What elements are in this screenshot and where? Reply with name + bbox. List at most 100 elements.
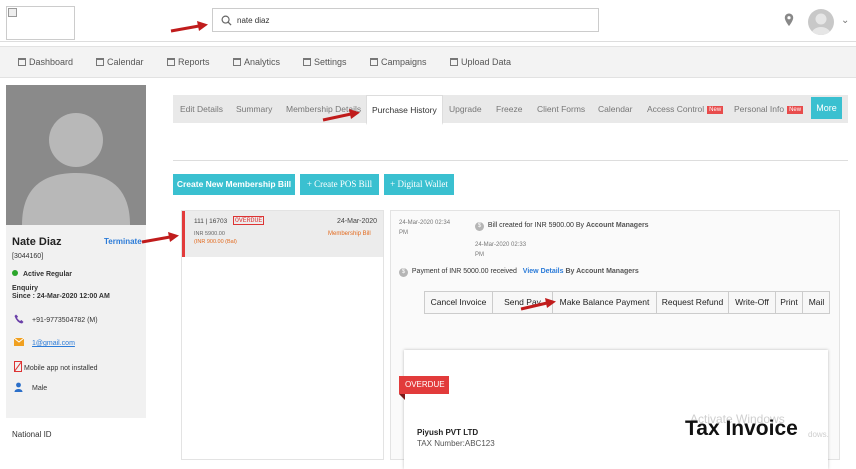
event-date: 24-Mar-2020 02:34 [399,220,451,226]
annotation-arrow-balance-payment [520,298,556,311]
event-by: By Account Managers [565,268,639,275]
nav-settings[interactable]: Settings [303,57,347,67]
calendar-icon [18,58,26,66]
create-membership-bill-button[interactable]: Create New Membership Bill [173,174,295,195]
cancel-invoice-button[interactable]: Cancel Invoice [425,292,493,313]
nav-dashboard[interactable]: Dashboard [18,57,73,67]
annotation-arrow-terminate [141,232,179,244]
nav-reports[interactable]: Reports [167,57,210,67]
phone-number: +91-9773504782 (M) [32,317,98,324]
bill-list-item[interactable]: 111 | 16703 OVERDUE 24-Mar-2020 INR 5900… [182,211,383,257]
enquiry-label: Enquiry [12,285,39,292]
tab-upgrade[interactable]: Upgrade [449,104,482,114]
ribbon-fold [399,394,405,400]
nav-label: Settings [314,57,347,67]
profile-card: Nate Diaz Terminate [3044160] Active Reg… [6,85,146,418]
nav-upload-data[interactable]: Upload Data [450,57,511,67]
create-pos-bill-button[interactable]: + Create POS Bill [300,174,379,195]
tab-edit-details[interactable]: Edit Details [180,104,223,114]
phone-row[interactable]: +91-9773504782 (M) [14,314,98,324]
calendar-icon [370,58,378,66]
nav-calendar[interactable]: Calendar [96,57,144,67]
top-bar: ⌄ [0,0,856,42]
tab-freeze[interactable]: Freeze [496,104,522,114]
avatar-icon [811,13,831,35]
overdue-ribbon: OVERDUE [399,376,449,394]
annotation-arrow-search [170,21,208,33]
member-status: Active Regular [12,270,72,278]
print-button[interactable]: Print [776,292,803,313]
request-refund-button[interactable]: Request Refund [657,292,729,313]
person-silhouette-icon [22,113,130,225]
event-text: Bill created for INR 5900.00 By [487,222,584,229]
main-nav: Dashboard Calendar Reports Analytics Set… [0,46,856,78]
tab-calendar[interactable]: Calendar [598,104,633,114]
mail-button[interactable]: Mail [803,292,830,313]
member-id: [3044160] [12,253,44,260]
email-row[interactable]: 1@gmail.com [13,337,75,347]
terminate-link[interactable]: Terminate [104,237,142,246]
profile-photo [6,85,146,225]
event-by: Account Managers [585,222,649,229]
coin-icon: $ [399,268,408,277]
new-badge: New [787,106,804,114]
more-button[interactable]: More [811,97,842,119]
event-time-suffix: PM [475,252,484,258]
since-label: Since : [12,293,37,300]
digital-wallet-button[interactable]: + Digital Wallet [384,174,454,195]
event-bill-created: $ Bill created for INR 5900.00 By Accoun… [475,222,649,231]
brand-logo[interactable] [6,6,75,40]
overdue-stamp: OVERDUE [233,216,265,225]
tab-personal-info[interactable]: Personal Info New [734,104,804,114]
member-name: Nate Diaz [12,236,62,248]
chevron-down-icon[interactable]: ⌄ [841,15,849,26]
event-date: 24-Mar-2020 02:33 [475,242,527,248]
location-pin-icon[interactable] [784,13,794,27]
calendar-icon [450,58,458,66]
bill-type: Membership Bill [328,231,371,237]
calendar-icon [167,58,175,66]
email-link[interactable]: 1@gmail.com [32,340,75,347]
tab-client-forms[interactable]: Client Forms [537,104,585,114]
nav-label: Upload Data [461,57,512,67]
app-row: Mobile app not installed [13,360,98,373]
nav-campaigns[interactable]: Campaigns [370,57,427,67]
nav-label: Analytics [244,57,281,67]
invoice-action-buttons: Cancel Invoice Send Pay Make Balance Pay… [424,291,830,314]
profile-tabs: Edit Details Summary Membership Details … [173,95,848,125]
broken-image-icon [8,8,17,17]
invoice-title: Tax Invoice [685,417,798,440]
nav-analytics[interactable]: Analytics [233,57,280,67]
nav-label: Calendar [107,57,144,67]
bill-amount: INR 5900.00 [194,231,225,237]
tab-summary[interactable]: Summary [236,104,272,114]
new-badge: New [707,106,724,114]
nav-label: Reports [178,57,210,67]
event-time-suffix: PM [399,230,408,236]
make-balance-payment-button[interactable]: Make Balance Payment [553,292,657,313]
event-payment-received: $ Payment of INR 5000.00 received View D… [399,268,639,277]
national-id-label: National ID [12,430,52,439]
bill-date: 24-Mar-2020 [337,218,378,225]
bill-list: 111 | 16703 OVERDUE 24-Mar-2020 INR 5900… [181,210,384,460]
invoice-preview: Piyush PVT LTD TAX Number:ABC123 [404,350,828,469]
bill-balance: (INR 900.00 (Bal) [194,239,237,245]
event-text: Payment of INR 5000.00 received [411,268,517,275]
email-icon [13,337,25,346]
since-value: 24-Mar-2020 12:00 AM [36,293,110,300]
tab-purchase-history[interactable]: Purchase History [366,95,443,125]
user-avatar[interactable] [808,9,834,35]
search-input[interactable] [237,12,577,28]
gender-row: Male [14,382,47,392]
nav-label: Campaigns [381,57,427,67]
write-off-button[interactable]: Write-Off [729,292,776,313]
view-details-link[interactable]: View Details [523,268,564,275]
since-row: Since : 24-Mar-2020 12:00 AM [12,293,110,300]
tab-access-control[interactable]: Access Control New [647,104,724,114]
search-box[interactable] [212,8,599,32]
nav-label: Dashboard [29,57,74,67]
tax-number: TAX Number:ABC123 [417,439,495,448]
company-name: Piyush PVT LTD [417,428,479,437]
windows-watermark-tail: dows. [808,430,829,439]
gender-value: Male [32,385,48,392]
